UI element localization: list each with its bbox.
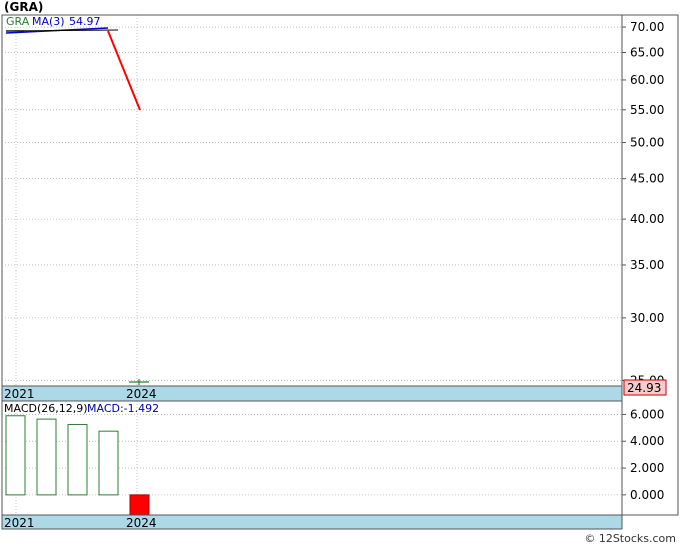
price-y-tick-label: 35.00 [630, 258, 664, 272]
legend-ma-label: MA(3) [32, 15, 65, 28]
macd-bar [98, 430, 119, 496]
price-y-tick-label: 55.00 [630, 103, 664, 117]
macd-y-tick-label: 4.000 [630, 434, 664, 448]
macd-bar [36, 418, 57, 496]
macd-y-tick-label: 2.000 [630, 461, 664, 475]
macd-x-tick-2024: 2024 [126, 516, 157, 530]
price-x-tick-2021: 2021 [4, 387, 35, 401]
macd-bar [67, 423, 88, 496]
price-y-tick-label: 45.00 [630, 172, 664, 186]
price-y-tick-label: 60.00 [630, 73, 664, 87]
price-y-tick-label: 70.00 [630, 20, 664, 34]
macd-plot-area [1, 400, 623, 516]
stock-chart: (GRA) 70.00 65.00 60.00 55.00 50.00 45.00 40.0… [1, 0, 679, 545]
watermark: © 12Stocks.com [584, 532, 676, 545]
price-plot-area [1, 14, 623, 387]
macd-legend-value: MACD:-1.492 [87, 402, 159, 415]
macd-x-tick-2021: 2021 [4, 516, 35, 530]
macd-y-axis-ticks: 6.000 4.000 2.000 0.000 [622, 407, 664, 502]
last-price-label: 24.93 [627, 381, 661, 395]
legend-ticker: GRA [6, 15, 30, 28]
macd-bar [129, 494, 150, 516]
macd-y-tick-label: 6.000 [630, 407, 664, 421]
macd-y-tick-label: 0.000 [630, 488, 664, 502]
price-y-tick-label: 65.00 [630, 45, 664, 59]
price-y-tick-label: 30.00 [630, 311, 664, 325]
macd-bar [5, 415, 26, 496]
macd-legend-label: MACD(26,12,9) [4, 402, 88, 415]
price-y-tick-label: 40.00 [630, 212, 664, 226]
price-x-tick-2024: 2024 [126, 387, 157, 401]
price-y-axis-ticks: 70.00 65.00 60.00 55.00 50.00 45.00 40.00 35.00… [622, 20, 664, 387]
chart-title: (GRA) [4, 0, 43, 14]
legend-ma-value: 54.97 [69, 15, 101, 28]
price-y-tick-label: 50.00 [630, 136, 664, 150]
macd-date-band [1, 514, 623, 530]
price-date-band [1, 385, 623, 402]
